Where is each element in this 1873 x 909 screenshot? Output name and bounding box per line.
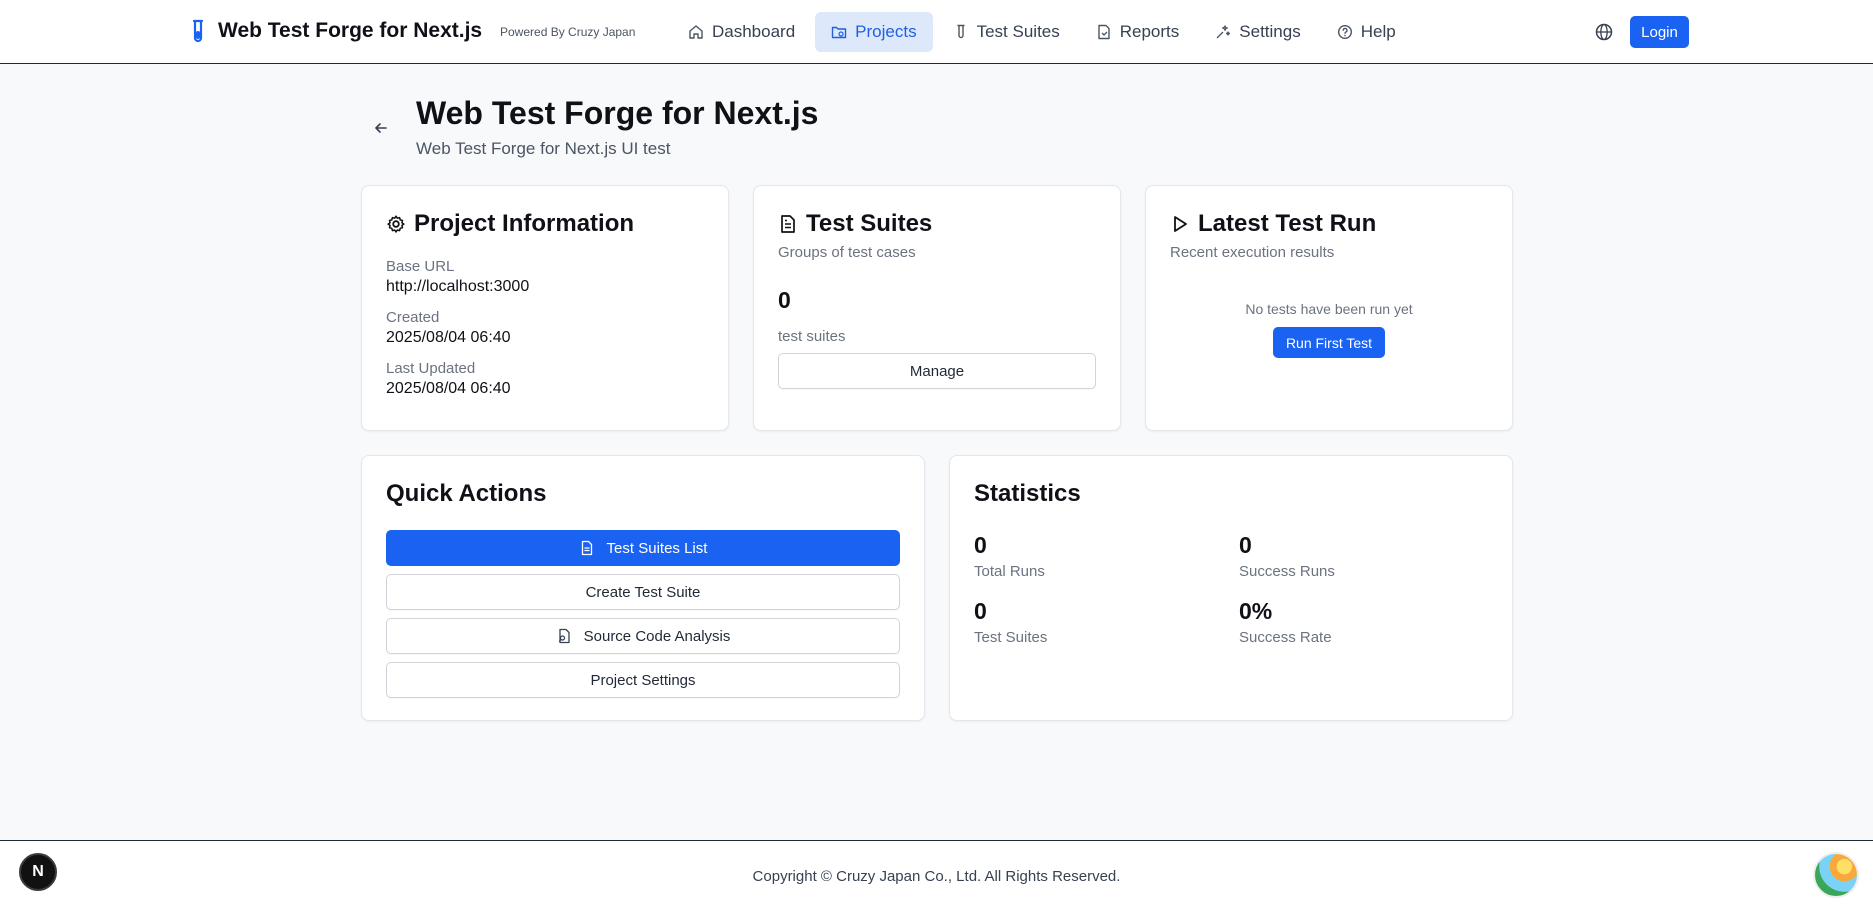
suite-count-label: test suites: [778, 328, 846, 345]
updated-label: Last Updated: [386, 360, 476, 377]
gear-icon: [387, 215, 405, 233]
footer: N Copyright © Cruzy Japan Co., Ltd. All …: [0, 840, 1873, 909]
card-description: Groups of test cases: [778, 244, 916, 261]
empty-state: No tests have been run yet Run First Tes…: [1170, 301, 1488, 358]
brand[interactable]: Web Test Forge for Next.js: [188, 17, 482, 45]
button-label: Source Code Analysis: [583, 627, 731, 645]
manage-button[interactable]: Manage: [778, 353, 1096, 389]
quick-actions-list: Test Suites List Create Test Suite Sourc…: [386, 530, 900, 698]
card-title: Quick Actions: [386, 480, 547, 507]
stat-success-runs: 0 Success Runs: [1239, 532, 1504, 580]
card-title: Project Information: [386, 210, 704, 238]
stat-value: 0: [1239, 532, 1252, 558]
updated-value: 2025/08/04 06:40: [386, 380, 511, 397]
stat-label: Success Rate: [1239, 629, 1332, 646]
document-icon: [581, 540, 592, 556]
project-settings-button[interactable]: Project Settings: [386, 662, 900, 698]
assistant-avatar[interactable]: [1813, 852, 1859, 898]
create-test-suite-button[interactable]: Create Test Suite: [386, 574, 900, 610]
card-title-text: Latest Test Run: [1198, 210, 1377, 237]
nav-label: Reports: [1119, 22, 1180, 41]
test-tube-icon: [956, 24, 965, 39]
card-title-text: Test Suites: [806, 210, 933, 237]
top-header: Web Test Forge for Next.js Powered By Cr…: [0, 0, 1873, 64]
page-subtitle: Web Test Forge for Next.js UI test: [416, 139, 671, 158]
report-icon: [1098, 24, 1110, 40]
base-url-label: Base URL: [386, 258, 455, 275]
main-nav: Dashboard Projects Test Suites Reports S…: [672, 12, 1412, 52]
stat-success-rate: 0% Success Rate: [1239, 598, 1504, 646]
created-value: 2025/08/04 06:40: [386, 329, 511, 346]
quick-actions-card: Quick Actions Test Suites List Create Te…: [361, 455, 925, 721]
stat-test-suites: 0 Test Suites: [974, 598, 1239, 646]
brand-title: Web Test Forge for Next.js: [218, 19, 483, 42]
powered-by: Powered By Cruzy Japan: [500, 25, 636, 39]
base-url-value: http://localhost:3000: [386, 278, 530, 295]
help-icon: [1337, 24, 1352, 40]
nav-label: Help: [1360, 22, 1396, 41]
nav-settings[interactable]: Settings: [1199, 12, 1316, 52]
stat-value: 0%: [1239, 598, 1273, 624]
nav-label: Projects: [855, 22, 917, 41]
stat-label: Test Suites: [974, 629, 1048, 646]
nav-projects[interactable]: Projects: [815, 12, 933, 52]
stat-value: 0: [974, 598, 987, 624]
back-arrow-icon[interactable]: [370, 117, 392, 139]
run-first-test-button[interactable]: Run First Test: [1273, 327, 1385, 358]
source-code-analysis-button[interactable]: Source Code Analysis: [386, 618, 900, 654]
folder-icon: [831, 26, 847, 39]
document-icon: [781, 215, 795, 233]
nav-label: Settings: [1239, 22, 1301, 41]
home-icon: [689, 25, 703, 39]
project-info-card: Project Information Base URL http://loca…: [361, 185, 729, 431]
card-description: Recent execution results: [1170, 244, 1335, 261]
stat-total-runs: 0 Total Runs: [974, 532, 1239, 580]
play-icon: [1174, 216, 1187, 232]
nav-label: Test Suites: [976, 22, 1060, 41]
nav-test-suites[interactable]: Test Suites: [937, 12, 1076, 52]
test-suites-list-button[interactable]: Test Suites List: [386, 530, 900, 566]
statistics-grid: 0 Total Runs 0 Success Runs 0 Test Suite…: [974, 532, 1488, 646]
stat-value: 0: [974, 532, 987, 558]
stat-label: Success Runs: [1239, 563, 1335, 580]
test-tube-logo-icon: [188, 17, 208, 45]
nav-reports[interactable]: Reports: [1080, 12, 1196, 52]
nav-dashboard[interactable]: Dashboard: [672, 12, 811, 52]
latest-run-card: Latest Test Run Recent execution results…: [1145, 185, 1513, 431]
nav-help[interactable]: Help: [1321, 12, 1412, 52]
page-title: Web Test Forge for Next.js: [416, 95, 819, 131]
card-title: Statistics: [974, 480, 1081, 507]
button-label: Test Suites List: [606, 539, 708, 557]
statistics-card: Statistics 0 Total Runs 0 Success Runs 0…: [949, 455, 1513, 721]
card-title: Test Suites: [778, 210, 1096, 238]
suite-count: 0: [778, 287, 791, 313]
card-title-text: Project Information: [414, 210, 635, 237]
nav-label: Dashboard: [712, 22, 796, 41]
stat-label: Total Runs: [974, 563, 1045, 580]
created-label: Created: [386, 309, 440, 326]
login-button[interactable]: Login: [1630, 16, 1689, 48]
card-title: Latest Test Run: [1170, 210, 1488, 238]
empty-text: No tests have been run yet: [1245, 301, 1413, 317]
globe-icon[interactable]: [1593, 21, 1615, 43]
file-search-icon: [558, 628, 570, 644]
copyright-text: Copyright © Cruzy Japan Co., Ltd. All Ri…: [752, 868, 1121, 885]
test-suites-card: Test Suites Groups of test cases 0 test …: [753, 185, 1121, 431]
settings-icon: [1216, 25, 1231, 39]
